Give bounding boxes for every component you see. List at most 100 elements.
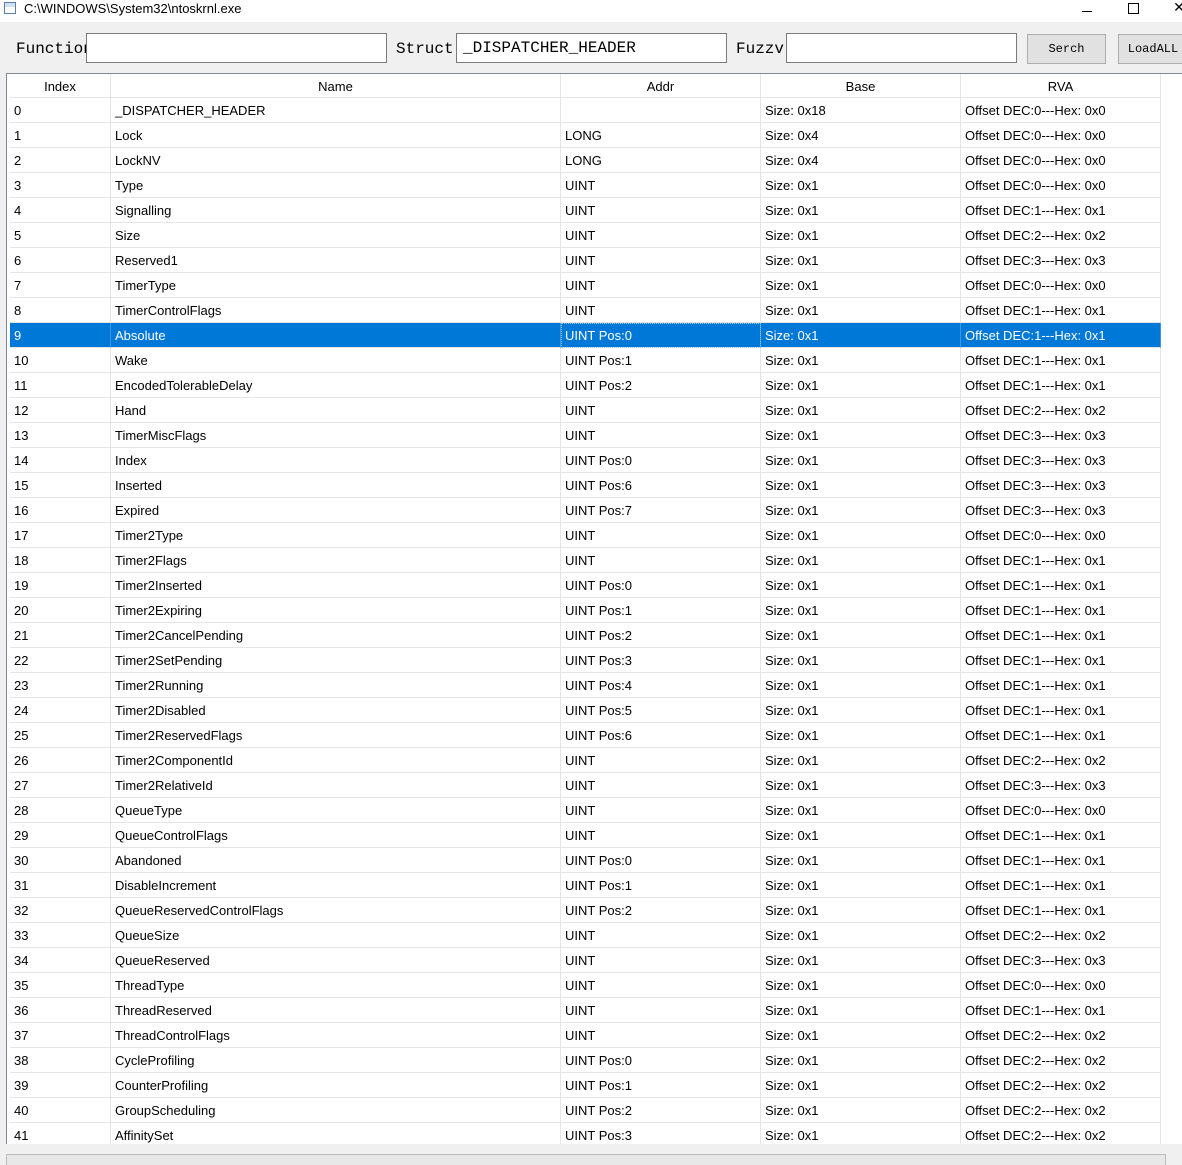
cell-rva[interactable]: Offset DEC:1---Hex: 0x1	[961, 848, 1161, 873]
cell-base[interactable]: Size: 0x1	[761, 1098, 961, 1123]
cell-name[interactable]: Timer2Inserted	[111, 573, 561, 598]
cell-index[interactable]: 17	[10, 523, 111, 548]
loadall-button[interactable]: LoadALL	[1118, 34, 1182, 64]
table-row[interactable]: 23 Timer2Running UINT Pos:4 Size: 0x1 Offset…	[10, 673, 1164, 698]
cell-rva[interactable]: Offset DEC:1---Hex: 0x1	[961, 573, 1161, 598]
cell-base[interactable]: Size: 0x4	[761, 148, 961, 173]
cell-index[interactable]: 29	[10, 823, 111, 848]
cell-addr[interactable]: UINT Pos:5	[561, 698, 761, 723]
cell-name[interactable]: TimerType	[111, 273, 561, 298]
cell-addr[interactable]: UINT Pos:0	[561, 848, 761, 873]
table-row[interactable]: 15 Inserted UINT Pos:6 Size: 0x1 Offset DEC:…	[10, 473, 1164, 498]
cell-base[interactable]: Size: 0x1	[761, 298, 961, 323]
cell-rva[interactable]: Offset DEC:3---Hex: 0x3	[961, 473, 1161, 498]
cell-index[interactable]: 12	[10, 398, 111, 423]
cell-addr[interactable]: UINT Pos:7	[561, 498, 761, 523]
table-row[interactable]: 8 TimerControlFlags UINT Size: 0x1 Offset DE…	[10, 298, 1164, 323]
column-header-base[interactable]: Base	[761, 74, 961, 98]
cell-name[interactable]: _DISPATCHER_HEADER	[111, 98, 561, 123]
cell-name[interactable]: Inserted	[111, 473, 561, 498]
cell-base[interactable]: Size: 0x1	[761, 348, 961, 373]
cell-rva[interactable]: Offset DEC:2---Hex: 0x2	[961, 1023, 1161, 1048]
table-row[interactable]: 41 AffinitySet UINT Pos:3 Size: 0x1 Offset D…	[10, 1123, 1164, 1144]
cell-base[interactable]: Size: 0x1	[761, 573, 961, 598]
table-row[interactable]: 13 TimerMiscFlags UINT Size: 0x1 Offset DEC:…	[10, 423, 1164, 448]
cell-name[interactable]: ThreadReserved	[111, 998, 561, 1023]
cell-rva[interactable]: Offset DEC:3---Hex: 0x3	[961, 448, 1161, 473]
cell-base[interactable]: Size: 0x1	[761, 1048, 961, 1073]
cell-name[interactable]: ThreadControlFlags	[111, 1023, 561, 1048]
table-row[interactable]: 14 Index UINT Pos:0 Size: 0x1 Offset DEC:3--…	[10, 448, 1164, 473]
cell-addr[interactable]: UINT	[561, 423, 761, 448]
cell-addr[interactable]: UINT Pos:3	[561, 648, 761, 673]
cell-addr[interactable]: UINT	[561, 198, 761, 223]
cell-addr[interactable]: UINT	[561, 923, 761, 948]
cell-rva[interactable]: Offset DEC:3---Hex: 0x3	[961, 498, 1161, 523]
cell-rva[interactable]: Offset DEC:1---Hex: 0x1	[961, 373, 1161, 398]
cell-rva[interactable]: Offset DEC:0---Hex: 0x0	[961, 973, 1161, 998]
table-row[interactable]: 19 Timer2Inserted UINT Pos:0 Size: 0x1 Offse…	[10, 573, 1164, 598]
cell-base[interactable]: Size: 0x1	[761, 798, 961, 823]
function-input[interactable]	[86, 33, 387, 63]
table-row[interactable]: 34 QueueReserved UINT Size: 0x1 Offset DEC:3…	[10, 948, 1164, 973]
cell-name[interactable]: Timer2Type	[111, 523, 561, 548]
cell-rva[interactable]: Offset DEC:1---Hex: 0x1	[961, 823, 1161, 848]
cell-rva[interactable]: Offset DEC:1---Hex: 0x1	[961, 873, 1161, 898]
cell-index[interactable]: 18	[10, 548, 111, 573]
cell-rva[interactable]: Offset DEC:3---Hex: 0x3	[961, 948, 1161, 973]
cell-base[interactable]: Size: 0x1	[761, 523, 961, 548]
cell-index[interactable]: 10	[10, 348, 111, 373]
cell-rva[interactable]: Offset DEC:2---Hex: 0x2	[961, 398, 1161, 423]
cell-base[interactable]: Size: 0x1	[761, 648, 961, 673]
cell-base[interactable]: Size: 0x1	[761, 448, 961, 473]
cell-addr[interactable]: UINT	[561, 1023, 761, 1048]
table-row[interactable]: 33 QueueSize UINT Size: 0x1 Offset DEC:2---H…	[10, 923, 1164, 948]
cell-name[interactable]: Absolute	[111, 323, 561, 348]
table-row[interactable]: 24 Timer2Disabled UINT Pos:5 Size: 0x1 Offse…	[10, 698, 1164, 723]
cell-base[interactable]: Size: 0x1	[761, 273, 961, 298]
cell-addr[interactable]: UINT Pos:2	[561, 1098, 761, 1123]
cell-name[interactable]: QueueControlFlags	[111, 823, 561, 848]
cell-base[interactable]: Size: 0x1	[761, 548, 961, 573]
cell-index[interactable]: 0	[10, 98, 111, 123]
cell-base[interactable]: Size: 0x1	[761, 423, 961, 448]
cell-rva[interactable]: Offset DEC:1---Hex: 0x1	[961, 323, 1161, 348]
table-row[interactable]: 25 Timer2ReservedFlags UINT Pos:6 Size: 0x1…	[10, 723, 1164, 748]
cell-rva[interactable]: Offset DEC:1---Hex: 0x1	[961, 673, 1161, 698]
cell-index[interactable]: 22	[10, 648, 111, 673]
cell-index[interactable]: 30	[10, 848, 111, 873]
table-row[interactable]: 29 QueueControlFlags UINT Size: 0x1 Offset D…	[10, 823, 1164, 848]
cell-name[interactable]: Wake	[111, 348, 561, 373]
cell-addr[interactable]: LONG	[561, 148, 761, 173]
title-bar[interactable]: C:\WINDOWS\System32\ntoskrnl.exe ✕	[0, 0, 1182, 22]
cell-base[interactable]: Size: 0x1	[761, 473, 961, 498]
cell-rva[interactable]: Offset DEC:0---Hex: 0x0	[961, 123, 1161, 148]
cell-index[interactable]: 34	[10, 948, 111, 973]
table-row[interactable]: 26 Timer2ComponentId UINT Size: 0x1 Offset D…	[10, 748, 1164, 773]
table-row[interactable]: 38 CycleProfiling UINT Pos:0 Size: 0x1 Offse…	[10, 1048, 1164, 1073]
cell-addr[interactable]: UINT Pos:2	[561, 623, 761, 648]
table-row[interactable]: 0 _DISPATCHER_HEADER Size: 0x18 Offset DEC:…	[10, 98, 1164, 123]
cell-addr[interactable]: UINT Pos:0	[561, 448, 761, 473]
struct-table[interactable]: Index Name Addr Base RVA 0 _DISPATCHER_HE…	[6, 73, 1182, 1144]
table-row[interactable]: 2 LockNV LONG Size: 0x4 Offset DEC:0---Hex: …	[10, 148, 1164, 173]
cell-addr[interactable]: UINT Pos:1	[561, 348, 761, 373]
cell-base[interactable]: Size: 0x4	[761, 123, 961, 148]
cell-addr[interactable]: UINT Pos:1	[561, 1073, 761, 1098]
cell-name[interactable]: AffinitySet	[111, 1123, 561, 1144]
cell-addr[interactable]	[561, 98, 761, 123]
table-row[interactable]: 18 Timer2Flags UINT Size: 0x1 Offset DEC:1--…	[10, 548, 1164, 573]
cell-name[interactable]: QueueSize	[111, 923, 561, 948]
cell-index[interactable]: 27	[10, 773, 111, 798]
column-header-addr[interactable]: Addr	[561, 74, 761, 98]
cell-rva[interactable]: Offset DEC:1---Hex: 0x1	[961, 548, 1161, 573]
cell-base[interactable]: Size: 0x1	[761, 898, 961, 923]
table-row[interactable]: 40 GroupScheduling UINT Pos:2 Size: 0x1 Offs…	[10, 1098, 1164, 1123]
cell-rva[interactable]: Offset DEC:2---Hex: 0x2	[961, 223, 1161, 248]
cell-name[interactable]: EncodedTolerableDelay	[111, 373, 561, 398]
cell-addr[interactable]: UINT	[561, 948, 761, 973]
cell-base[interactable]: Size: 0x1	[761, 673, 961, 698]
cell-name[interactable]: QueueReserved	[111, 948, 561, 973]
cell-addr[interactable]: UINT Pos:4	[561, 673, 761, 698]
maximize-button[interactable]	[1110, 0, 1156, 22]
